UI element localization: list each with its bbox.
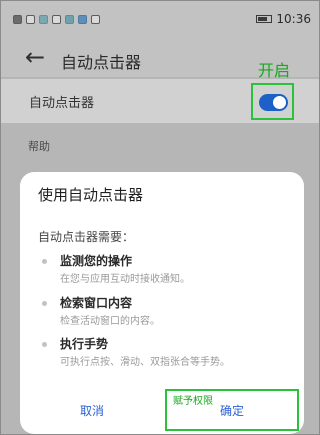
bullet-icon — [42, 342, 47, 347]
app-notification-icon — [39, 15, 48, 24]
status-right: 10:36 — [256, 12, 311, 26]
wifi-icon — [26, 15, 35, 24]
title-bar: ← 自动点击器 开启 — [1, 41, 319, 80]
sim-icon — [13, 15, 22, 24]
notification-icon — [91, 15, 100, 24]
enable-annotation: 开启 — [258, 61, 291, 80]
permission-dialog: 使用自动点击器 自动点击器需要： 监测您的操作 在您与应用互动时接收通知。 检索… — [20, 172, 304, 434]
permission-desc: 检查活动窗口的内容。 — [60, 316, 160, 327]
battery-icon — [256, 15, 273, 23]
page: { "status_bar": { "time": "10:36" }, "he… — [0, 0, 320, 435]
grant-permission-annotation: 赋予权限 — [173, 396, 213, 407]
app-notification-icon — [78, 15, 87, 24]
help-label: 帮助 — [28, 140, 50, 153]
setting-label: 自动点击器 — [29, 96, 95, 111]
confirm-highlight: 赋予权限 确定 — [165, 389, 299, 431]
bullet-icon — [42, 301, 47, 306]
clock: 10:36 — [276, 12, 311, 26]
confirm-button[interactable]: 确定 — [220, 402, 244, 419]
bullet-icon — [42, 259, 47, 264]
back-arrow-icon[interactable]: ← — [25, 42, 45, 72]
toggle-highlight — [251, 83, 294, 120]
status-bar: 10:36 — [1, 1, 319, 41]
page-title: 自动点击器 — [61, 53, 142, 72]
permission-title: 执行手势 — [60, 337, 109, 351]
permission-desc: 可执行点按、滑动、双指张合等手势。 — [60, 357, 230, 368]
help-row[interactable]: 帮助 — [1, 125, 319, 165]
message-icon — [52, 15, 61, 24]
auto-clicker-setting-row[interactable]: 自动点击器 — [1, 79, 319, 123]
dialog-title: 使用自动点击器 — [38, 186, 144, 204]
dialog-subtitle: 自动点击器需要： — [38, 230, 135, 244]
auto-clicker-toggle[interactable] — [259, 94, 288, 111]
app-screen: 10:36 ← 自动点击器 开启 自动点击器 帮助 使用自动点击器 自动点击器需… — [1, 1, 319, 434]
toggle-knob — [273, 96, 286, 109]
cancel-button[interactable]: 取消 — [80, 402, 104, 419]
status-icons — [13, 15, 100, 24]
app-notification-icon — [65, 15, 74, 24]
permission-desc: 在您与应用互动时接收通知。 — [60, 274, 190, 285]
permission-title: 检索窗口内容 — [60, 296, 133, 310]
permission-title: 监测您的操作 — [60, 254, 133, 268]
